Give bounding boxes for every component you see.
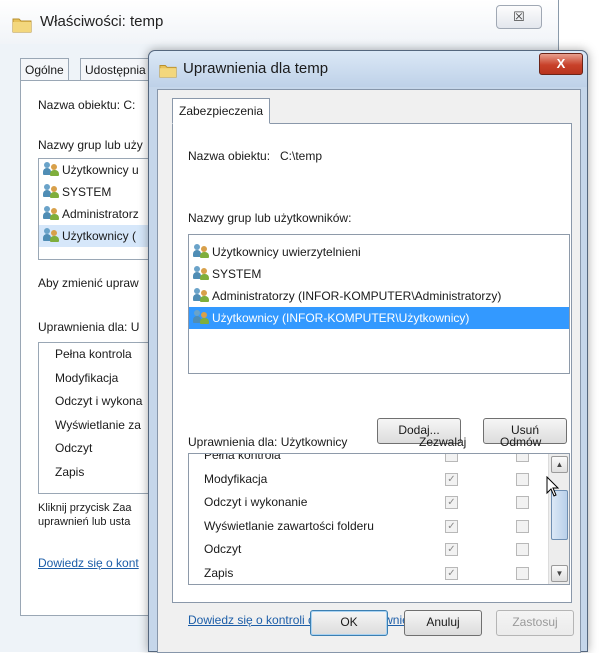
properties-close-button[interactable]: ☒ bbox=[496, 5, 542, 29]
users-icon bbox=[193, 310, 209, 324]
permission-row: Odczyt ✓ bbox=[189, 538, 547, 562]
folder-icon bbox=[159, 65, 177, 78]
users-icon bbox=[43, 206, 59, 220]
permissions-scrollbar[interactable]: ▲ ▼ bbox=[548, 454, 569, 584]
deny-checkbox[interactable] bbox=[516, 454, 529, 462]
permissions-dialog: Uprawnienia dla temp X Zabezpieczenia Na… bbox=[148, 50, 588, 653]
allow-checkbox[interactable]: ✓ bbox=[445, 566, 458, 580]
list-item[interactable]: SYSTEM bbox=[39, 181, 151, 203]
users-icon bbox=[193, 244, 209, 258]
list-item[interactable]: SYSTEM bbox=[189, 263, 569, 285]
deny-checkbox[interactable] bbox=[516, 543, 529, 557]
allow-checkbox[interactable]: ✓ bbox=[445, 543, 458, 557]
deny-column-header: Odmów bbox=[500, 435, 542, 449]
folder-icon bbox=[12, 18, 32, 33]
bg-change-perm-text: Aby zmienić upraw bbox=[38, 276, 139, 290]
users-icon bbox=[193, 288, 209, 302]
permission-name: Odczyt i wykonanie bbox=[204, 495, 308, 510]
bg-learn-link[interactable]: Dowiedz się o kont bbox=[38, 556, 139, 570]
ok-button[interactable]: OK bbox=[310, 610, 388, 636]
list-item[interactable]: Użytkownicy (INFOR-KOMPUTER\Użytkownicy) bbox=[189, 307, 569, 329]
users-icon bbox=[193, 266, 209, 280]
permission-name: Odczyt bbox=[204, 542, 242, 557]
list-item[interactable]: Użytkownicy ( bbox=[39, 225, 151, 247]
groups-label: Nazwy grup lub użytkowników: bbox=[188, 211, 352, 225]
deny-checkbox[interactable] bbox=[516, 519, 529, 533]
dialog-close-button[interactable]: X bbox=[539, 53, 583, 75]
bg-click-text-1: Kliknij przycisk Zaa bbox=[38, 502, 132, 514]
permission-name: Wyświetlanie zawartości folderu bbox=[204, 518, 374, 533]
groups-list[interactable]: Użytkownicy uwierzytelnieni SYSTEM Admin… bbox=[188, 234, 570, 374]
permission-row: Modyfikacja ✓ bbox=[189, 468, 547, 492]
list-item[interactable]: Administratorzy (INFOR-KOMPUTER\Administ… bbox=[189, 285, 569, 307]
deny-checkbox[interactable] bbox=[516, 566, 529, 580]
apply-button[interactable]: Zastosuj bbox=[496, 610, 574, 636]
scroll-up-button[interactable]: ▲ bbox=[551, 456, 568, 473]
scroll-down-button[interactable]: ▼ bbox=[551, 565, 568, 582]
mouse-pointer-icon bbox=[546, 476, 560, 497]
bg-perm-row: Modyfikacja bbox=[55, 370, 119, 385]
bg-perm-row: Pełna kontrola bbox=[55, 347, 132, 361]
allow-checkbox[interactable]: ✓ bbox=[445, 472, 458, 486]
perms-for-label: Uprawnienia dla: Użytkownicy bbox=[188, 435, 348, 449]
list-item[interactable]: Użytkownicy uwierzytelnieni bbox=[189, 241, 569, 263]
permissions-rows: Pełna kontrola Modyfikacja ✓ Odczyt i wykon… bbox=[189, 453, 547, 584]
permission-name: Pełna kontrola bbox=[204, 453, 281, 462]
bg-groups-label: Nazwy grup lub uży bbox=[38, 138, 143, 152]
cancel-button[interactable]: Anuluj bbox=[404, 610, 482, 636]
bg-perm-row: Zapis bbox=[55, 464, 85, 479]
permission-name: Zapis bbox=[204, 565, 234, 580]
properties-titlebar: Właściwości: temp ☒ bbox=[0, 0, 558, 44]
object-name-value: C:\temp bbox=[280, 149, 323, 163]
allow-checkbox[interactable]: ✓ bbox=[445, 519, 458, 533]
list-item[interactable]: Administratorz bbox=[39, 203, 151, 225]
deny-checkbox[interactable] bbox=[516, 496, 529, 510]
allow-column-header: Zezwalaj bbox=[419, 435, 467, 449]
users-icon bbox=[43, 228, 59, 242]
permission-row: Odczyt i wykonanie ✓ bbox=[189, 491, 547, 515]
bg-perm-row: Odczyt bbox=[55, 441, 93, 455]
allow-checkbox[interactable] bbox=[445, 454, 458, 462]
permission-row: Zapis ✓ bbox=[189, 562, 547, 584]
bg-object-name-label: Nazwa obiektu: C: bbox=[38, 98, 136, 112]
object-name-label: Nazwa obiektu: bbox=[188, 149, 271, 163]
tab-security[interactable]: Zabezpieczenia bbox=[172, 98, 271, 124]
properties-title: Właściwości: temp bbox=[40, 13, 164, 30]
users-icon bbox=[43, 184, 59, 198]
security-tab-page: Nazwa obiektu: C:\temp Nazwy grup lub uż… bbox=[172, 123, 572, 627]
bg-perms-for-label: Uprawnienia dla: U bbox=[38, 320, 140, 334]
dialog-titlebar: Uprawnienia dla temp X bbox=[149, 51, 587, 87]
bg-groups-list[interactable]: Użytkownicy u SYSTEM Administratorz Użyt… bbox=[38, 158, 152, 260]
bg-perm-row: Odczyt i wykona bbox=[55, 394, 143, 408]
bg-perm-row: Wyświetlanie za bbox=[55, 417, 141, 432]
tab-general[interactable]: Ogólne bbox=[20, 58, 69, 81]
permissions-list: Pełna kontrola Modyfikacja ✓ Odczyt i wykon… bbox=[188, 453, 570, 585]
dialog-title: Uprawnienia dla temp bbox=[183, 60, 329, 77]
allow-checkbox[interactable]: ✓ bbox=[445, 496, 458, 510]
bg-click-text-2: uprawnień lub usta bbox=[38, 516, 131, 528]
permission-name: Modyfikacja bbox=[204, 471, 268, 486]
deny-checkbox[interactable] bbox=[516, 472, 529, 486]
dialog-body: Zabezpieczenia Nazwa obiektu: C:\temp Na… bbox=[157, 89, 581, 653]
bg-permissions-list: Pełna kontrola Modyfikacja Odczyt i wyko… bbox=[38, 342, 152, 494]
users-icon bbox=[43, 162, 59, 176]
permission-row: Pełna kontrola bbox=[189, 453, 547, 468]
list-item[interactable]: Użytkownicy u bbox=[39, 159, 151, 181]
tab-sharing[interactable]: Udostępnia bbox=[80, 58, 151, 81]
permission-row: Wyświetlanie zawartości folderu ✓ bbox=[189, 515, 547, 539]
